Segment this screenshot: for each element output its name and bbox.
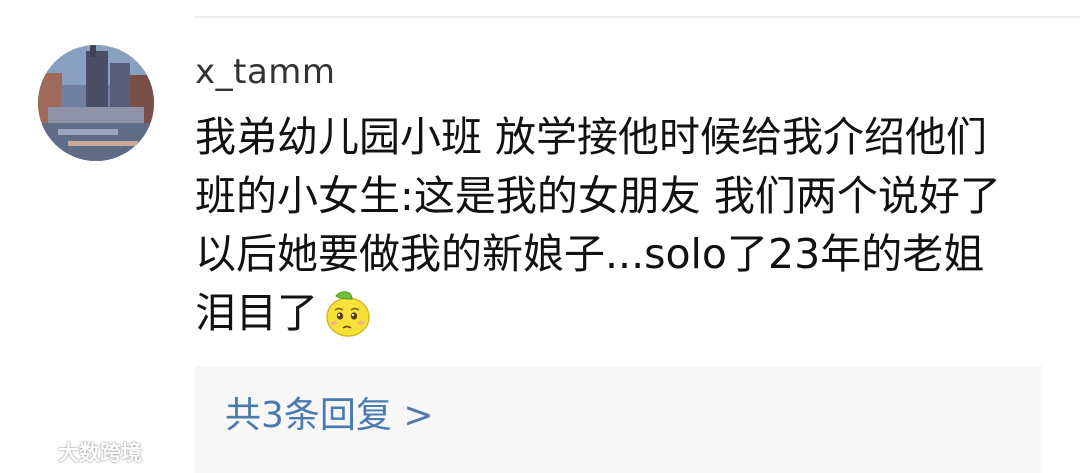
comment-text: 我弟幼儿园小班 放学接他时候给我介绍他们 班的小女生:这是我的女朋友 我们两个说… — [195, 108, 1045, 342]
comment-line: 我弟幼儿园小班 放学接他时候给我介绍他们 — [195, 113, 988, 161]
watermark: 大数跨境 — [8, 436, 142, 468]
username[interactable]: x_tamm — [195, 48, 336, 96]
comment-line: 以后她要做我的新娘子...solo了23年的老姐 — [195, 230, 985, 278]
avatar-image — [38, 45, 154, 161]
comment-line-last: 泪目了 — [195, 284, 1045, 343]
top-divider — [195, 16, 1080, 18]
watermark-text: 大数跨境 — [58, 441, 142, 465]
view-replies-link[interactable]: 共3条回复 > — [225, 390, 434, 442]
lemon-crying-icon — [322, 287, 372, 339]
comment-line: 班的小女生:这是我的女朋友 我们两个说好了 — [195, 171, 1001, 220]
comment-card: x_tamm 我弟幼儿园小班 放学接他时候给我介绍他们 班的小女生:这是我的女朋… — [0, 0, 1080, 473]
avatar[interactable] — [38, 45, 154, 161]
comment-line-text: 泪目了 — [195, 288, 318, 337]
replies-box[interactable]: 共3条回复 > — [195, 366, 1042, 473]
watermark-logo-icon — [9, 440, 53, 463]
